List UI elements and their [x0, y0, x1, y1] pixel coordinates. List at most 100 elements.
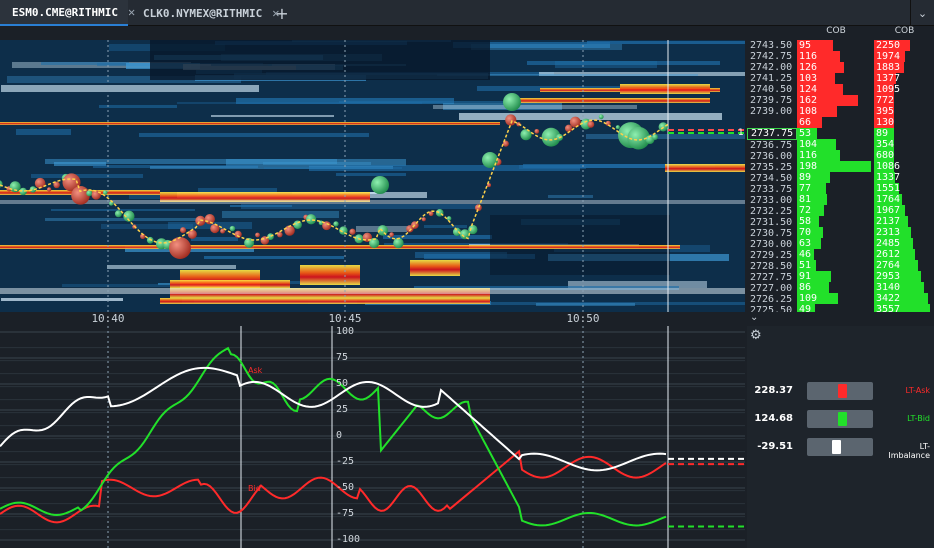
- price-level[interactable]: 2739.00: [747, 106, 797, 117]
- price-level[interactable]: 2737.75: [747, 128, 797, 140]
- indicator-value: 228.37: [754, 385, 793, 396]
- cob-row: 89: [797, 172, 873, 183]
- price-level[interactable]: 2736.75: [747, 140, 797, 151]
- cob-row: 103: [797, 73, 873, 84]
- liquidity-streak: [586, 134, 745, 139]
- cob-row: 109: [797, 293, 873, 304]
- cob-row: 66: [797, 117, 873, 128]
- price-level[interactable]: 2735.25: [747, 162, 797, 173]
- price-level[interactable]: 2726.25: [747, 294, 797, 305]
- cob-row: 46: [797, 249, 873, 260]
- price-level[interactable]: 2742.75: [747, 51, 797, 62]
- price-level[interactable]: 2733.75: [747, 184, 797, 195]
- cob-value: 63: [799, 238, 812, 249]
- price-level[interactable]: 2734.50: [747, 173, 797, 184]
- price-level[interactable]: 2731.50: [747, 217, 797, 228]
- oscillator-chart[interactable]: 100 75 50 25 0 -25 -50 -75 -100 Ask Bid: [0, 326, 745, 548]
- cob-row: 1086: [874, 161, 934, 172]
- cob-row: 3140: [874, 282, 934, 293]
- price-level[interactable]: 2742.00: [747, 62, 797, 73]
- time-label: 10:40: [91, 312, 125, 325]
- price-level[interactable]: 2730.00: [747, 239, 797, 250]
- liquidity-streak: [536, 303, 635, 306]
- indicator-value: 124.68: [754, 413, 793, 424]
- cob-row: 1883: [874, 62, 934, 73]
- price-level[interactable]: 2727.00: [747, 283, 797, 294]
- gear-icon[interactable]: ⚙: [750, 329, 764, 343]
- liquidity-band: [160, 298, 490, 304]
- cob-row: 89: [874, 128, 934, 139]
- cob-value: 3140: [876, 282, 901, 293]
- price-level[interactable]: 2725.50: [747, 305, 797, 312]
- slider-thumb[interactable]: [838, 412, 847, 426]
- buy-trade-bubble: [452, 227, 462, 237]
- liquidity-band: [170, 280, 290, 288]
- price-level[interactable]: 2733.00: [747, 195, 797, 206]
- chevron-down-icon[interactable]: ⌄: [910, 0, 934, 26]
- buy-trade-bubble: [503, 93, 521, 111]
- cob-row: 2137: [874, 216, 934, 227]
- price-level[interactable]: 2740.50: [747, 84, 797, 95]
- liquidity-band: [410, 260, 460, 276]
- bid-slider[interactable]: [807, 410, 873, 428]
- cob-value: 2485: [876, 238, 901, 249]
- lt-imbalance-line: [0, 366, 667, 472]
- cob-value: 70: [799, 227, 812, 238]
- cob-value: 46: [799, 249, 812, 260]
- cob-row: 3422: [874, 293, 934, 304]
- cob-row: 53: [797, 128, 873, 139]
- cob-row: 1967: [874, 205, 934, 216]
- indicator-label: LT-Imbalance: [888, 442, 930, 460]
- cob-row: 2764: [874, 260, 934, 271]
- liquidity-streak: [222, 211, 339, 218]
- tab-label: CLK0.NYMEX@RITHMIC: [143, 6, 263, 20]
- cob-row: 2612: [874, 249, 934, 260]
- cob-value: 395: [876, 106, 895, 117]
- price-level[interactable]: .: [747, 117, 797, 128]
- liquidity-streak: [548, 195, 593, 198]
- price-level[interactable]: 2727.75: [747, 272, 797, 283]
- liquidity-streak: [1, 85, 259, 92]
- heatmap-chart[interactable]: [0, 40, 745, 312]
- price-level[interactable]: 2743.50: [747, 40, 797, 51]
- liquidity-streak: [471, 44, 622, 50]
- price-level[interactable]: 2729.25: [747, 250, 797, 261]
- tab-label: ESM0.CME@RITHMIC: [12, 5, 118, 19]
- tab-clk0[interactable]: CLK0.NYMEX@RITHMIC ✕: [131, 0, 279, 26]
- cob-value: 1095: [876, 84, 901, 95]
- liquidity-streak: [587, 41, 745, 44]
- price-level[interactable]: 2736.00: [747, 151, 797, 162]
- sell-trade-bubble: [505, 114, 517, 126]
- cob-value: 116: [799, 150, 818, 161]
- price-level[interactable]: 2741.25: [747, 73, 797, 84]
- liquidity-streak: [101, 224, 193, 229]
- price-level[interactable]: 2732.25: [747, 206, 797, 217]
- cob-row: 124: [797, 84, 873, 95]
- cob-row: 1764: [874, 194, 934, 205]
- cob-value: 772: [876, 95, 895, 106]
- slider-thumb[interactable]: [832, 440, 841, 454]
- chevron-down-icon[interactable]: ⌄: [750, 312, 762, 326]
- cob-value: 103: [799, 73, 818, 84]
- ask-slider[interactable]: [807, 382, 873, 400]
- cob-value: 1764: [876, 194, 901, 205]
- add-tab-button[interactable]: +: [270, 0, 294, 26]
- sell-trade-bubble: [204, 214, 215, 225]
- price-level[interactable]: 2730.75: [747, 228, 797, 239]
- cob-value: 1967: [876, 205, 901, 216]
- cob-value: 51: [799, 260, 812, 271]
- cob-row: 354: [874, 139, 934, 150]
- cob-value: 2764: [876, 260, 901, 271]
- liquidity-streak: [139, 133, 369, 137]
- price-level[interactable]: 2739.75: [747, 95, 797, 106]
- indicator-panel: ⚙ 228.37 LT-Ask 124.68 LT-Bid -29.51 LT-…: [747, 326, 934, 548]
- tab-esm0[interactable]: ESM0.CME@RITHMIC ✕: [0, 0, 135, 26]
- price-level[interactable]: 2728.50: [747, 261, 797, 272]
- oscillator-y-tick: -25: [336, 456, 355, 467]
- buy-trade-bubble: [305, 214, 317, 225]
- cob-row: 81: [797, 194, 873, 205]
- cob-row: 72: [797, 205, 873, 216]
- cob-value: 3557: [876, 304, 901, 312]
- imbalance-slider[interactable]: [807, 438, 873, 456]
- slider-thumb[interactable]: [838, 384, 847, 398]
